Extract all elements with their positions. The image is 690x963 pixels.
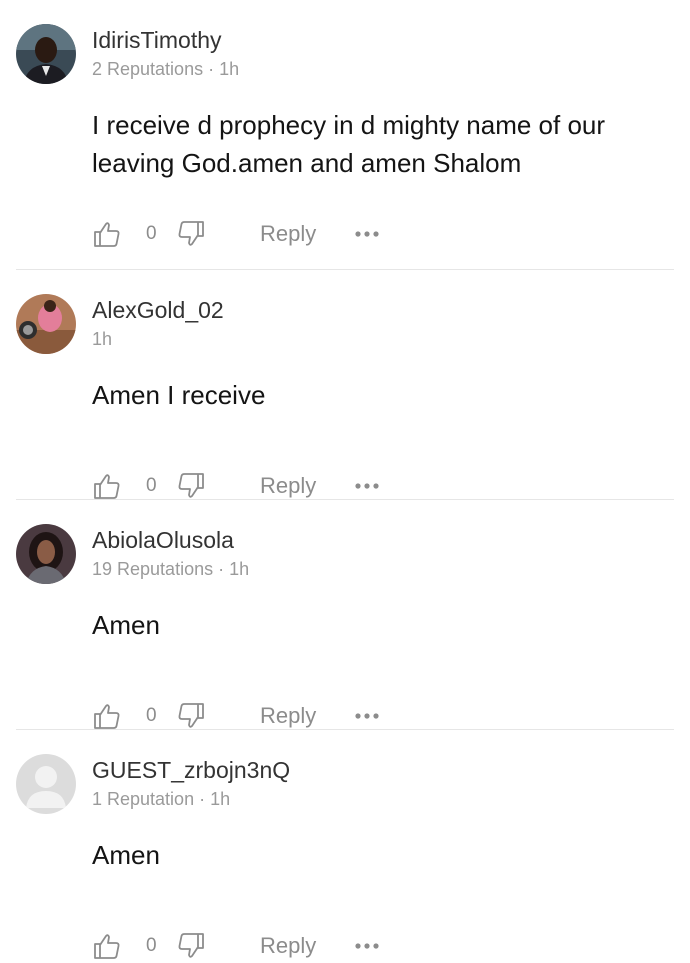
comment-actions: 0 Reply xyxy=(92,469,392,503)
reply-button[interactable]: Reply xyxy=(260,929,316,963)
comment-item: IdirisTimothy 2 Reputations · 1h I recei… xyxy=(0,0,690,270)
comment-text: Amen xyxy=(92,840,160,870)
avatar[interactable] xyxy=(16,294,76,354)
thumbs-up-icon[interactable] xyxy=(92,699,122,733)
comment-meta: 2 Reputations · 1h xyxy=(92,59,240,79)
comment-meta: 1 Reputation · 1h xyxy=(92,789,231,809)
thumbs-up-icon[interactable] xyxy=(92,929,122,963)
username[interactable]: AbiolaOlusola xyxy=(92,527,234,554)
avatar[interactable] xyxy=(16,754,76,814)
username[interactable]: AlexGold_02 xyxy=(92,297,224,324)
reply-button[interactable]: Reply xyxy=(260,469,316,503)
comment-actions: 0 Reply xyxy=(92,929,392,963)
more-options-icon[interactable] xyxy=(354,699,380,733)
more-options-icon[interactable] xyxy=(354,469,380,503)
like-count: 0 xyxy=(146,705,157,726)
thumbs-down-icon[interactable] xyxy=(176,699,206,733)
more-options-icon[interactable] xyxy=(354,217,380,251)
like-count: 0 xyxy=(146,223,157,244)
thumbs-down-icon[interactable] xyxy=(176,469,206,503)
comment-item: AbiolaOlusola 19 Reputations · 1h Amen 0… xyxy=(0,500,690,730)
comment-item: AlexGold_02 1h Amen I receive 0 Reply xyxy=(0,270,690,500)
thumbs-up-icon[interactable] xyxy=(92,217,122,251)
comment-meta: 19 Reputations · 1h xyxy=(92,559,250,579)
avatar[interactable] xyxy=(16,24,76,84)
reply-button[interactable]: Reply xyxy=(260,217,316,251)
username[interactable]: GUEST_zrbojn3nQ xyxy=(92,757,290,784)
like-count: 0 xyxy=(146,935,157,956)
comment-actions: 0 Reply xyxy=(92,217,392,251)
reply-button[interactable]: Reply xyxy=(260,699,316,733)
thumbs-up-icon[interactable] xyxy=(92,469,122,503)
comment-text: Amen I receive xyxy=(92,380,266,410)
comment-text: Amen xyxy=(92,610,160,640)
comment-meta: 1h xyxy=(92,329,113,349)
avatar[interactable] xyxy=(16,524,76,584)
thumbs-down-icon[interactable] xyxy=(176,929,206,963)
thumbs-down-icon[interactable] xyxy=(176,217,206,251)
more-options-icon[interactable] xyxy=(354,929,380,963)
comment-text: I receive d prophecy in d mighty name of… xyxy=(92,110,606,178)
comment-item: GUEST_zrbojn3nQ 1 Reputation · 1h Amen 0… xyxy=(0,730,690,959)
like-count: 0 xyxy=(146,475,157,496)
username[interactable]: IdirisTimothy xyxy=(92,27,222,54)
comment-actions: 0 Reply xyxy=(92,699,392,733)
